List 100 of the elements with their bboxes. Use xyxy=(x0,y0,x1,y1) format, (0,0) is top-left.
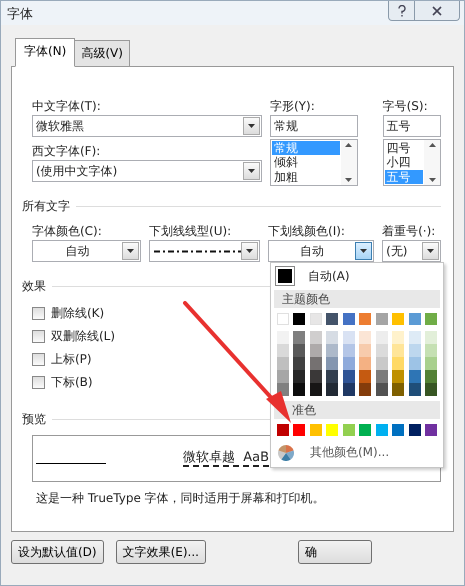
color-swatch[interactable] xyxy=(293,344,306,357)
color-swatch[interactable] xyxy=(408,331,420,344)
list-box[interactable]: 常规 倾斜 加粗 xyxy=(270,139,358,186)
color-swatch[interactable] xyxy=(424,383,437,396)
scroll-down-icon[interactable] xyxy=(428,178,436,182)
color-swatch[interactable] xyxy=(408,424,420,436)
color-swatch[interactable] xyxy=(376,313,388,325)
color-swatch[interactable] xyxy=(310,331,322,344)
color-swatch[interactable] xyxy=(326,344,338,357)
color-swatch[interactable] xyxy=(342,331,355,344)
color-swatch[interactable] xyxy=(408,383,420,396)
scroll-down-icon[interactable] xyxy=(345,178,352,182)
menu-item[interactable]: 其他颜色(M)... xyxy=(310,444,390,461)
color-swatch[interactable] xyxy=(277,344,289,357)
color-swatch[interactable] xyxy=(424,424,437,436)
scroll-up-icon[interactable] xyxy=(345,143,352,147)
color-swatch[interactable] xyxy=(277,331,289,344)
color-swatch[interactable] xyxy=(326,331,338,344)
color-swatch[interactable] xyxy=(326,424,338,436)
color-swatch[interactable] xyxy=(392,331,404,344)
color-select[interactable]: 自动 xyxy=(32,240,142,262)
color-swatch[interactable] xyxy=(392,383,404,396)
color-swatch[interactable] xyxy=(293,383,306,396)
color-swatch[interactable] xyxy=(293,331,306,344)
color-swatch[interactable] xyxy=(293,370,306,383)
color-swatch[interactable] xyxy=(359,331,372,344)
list-item[interactable]: 四号 xyxy=(384,141,423,156)
color-swatch[interactable] xyxy=(293,313,306,325)
color-swatch[interactable] xyxy=(359,370,372,383)
color-swatch[interactable] xyxy=(392,424,404,436)
list-box[interactable]: 四号 小四 五号 xyxy=(382,139,441,186)
color-swatch[interactable] xyxy=(293,357,306,370)
color-swatch[interactable] xyxy=(392,370,404,383)
color-swatch[interactable] xyxy=(424,331,437,344)
scroll-up-icon[interactable] xyxy=(428,143,436,147)
color-swatch[interactable] xyxy=(408,357,420,370)
color-swatch[interactable] xyxy=(326,313,338,325)
dialog-button[interactable]: 设为默认值(D) xyxy=(11,540,104,564)
list-item[interactable]: 小四 xyxy=(384,155,423,170)
dropdown-button[interactable] xyxy=(243,117,260,135)
checkbox[interactable] xyxy=(32,330,45,343)
color-swatch[interactable] xyxy=(392,344,404,357)
color-swatch[interactable] xyxy=(293,424,306,436)
checkbox[interactable] xyxy=(32,376,45,389)
menu-item[interactable]: 自动(A) xyxy=(308,268,350,284)
font-select[interactable]: (使用中文字体) xyxy=(32,160,262,182)
checkbox[interactable] xyxy=(32,307,45,320)
color-swatch[interactable] xyxy=(408,370,420,383)
color-swatch[interactable] xyxy=(359,344,372,357)
color-swatch[interactable] xyxy=(376,383,388,396)
color-swatch[interactable] xyxy=(310,313,322,325)
color-swatch[interactable] xyxy=(277,424,289,436)
input-field[interactable]: 常规 xyxy=(270,115,358,137)
color-swatch[interactable] xyxy=(424,370,437,383)
font-select[interactable]: 微软雅黑 xyxy=(32,115,262,137)
dialog-button[interactable]: 确 xyxy=(298,540,372,564)
underline-select[interactable] xyxy=(149,240,260,262)
emphasis-select[interactable]: (无) xyxy=(382,240,441,262)
color-swatch[interactable] xyxy=(359,383,372,396)
color-swatch[interactable] xyxy=(342,357,355,370)
color-swatch[interactable] xyxy=(277,313,289,325)
color-swatch[interactable] xyxy=(376,344,388,357)
color-swatch[interactable] xyxy=(326,383,338,396)
color-swatch[interactable] xyxy=(424,313,437,325)
color-swatch[interactable] xyxy=(376,357,388,370)
dropdown-button[interactable] xyxy=(241,242,258,260)
color-swatch[interactable] xyxy=(408,344,420,357)
color-swatch[interactable] xyxy=(277,357,289,370)
color-swatch[interactable] xyxy=(424,344,437,357)
list-item[interactable]: 倾斜 xyxy=(272,155,340,170)
color-swatch[interactable] xyxy=(342,370,355,383)
dropdown-button[interactable] xyxy=(355,242,372,260)
color-swatch[interactable] xyxy=(310,344,322,357)
color-swatch[interactable] xyxy=(342,344,355,357)
color-swatch[interactable] xyxy=(359,357,372,370)
color-swatch[interactable] xyxy=(392,313,404,325)
color-swatch[interactable] xyxy=(392,357,404,370)
color-swatch[interactable] xyxy=(359,313,372,325)
checkbox[interactable] xyxy=(32,353,45,366)
tab[interactable]: 字体(N) xyxy=(15,38,76,67)
color-swatch[interactable] xyxy=(277,370,289,383)
color-swatch[interactable] xyxy=(376,424,388,436)
list-item[interactable]: 加粗 xyxy=(272,170,340,184)
dialog-button[interactable]: 文字效果(E)... xyxy=(116,540,206,564)
color-swatch[interactable] xyxy=(359,424,372,436)
tab[interactable]: 高级(V) xyxy=(75,40,130,67)
color-swatch[interactable] xyxy=(342,424,355,436)
color-select[interactable]: 自动 xyxy=(268,240,374,262)
color-swatch[interactable] xyxy=(310,383,322,396)
color-swatch[interactable] xyxy=(326,357,338,370)
color-swatch[interactable] xyxy=(376,370,388,383)
color-swatch[interactable] xyxy=(408,313,420,325)
dropdown-button[interactable] xyxy=(422,242,439,260)
dropdown-button[interactable] xyxy=(243,162,260,180)
color-swatch[interactable] xyxy=(310,424,322,436)
help-button[interactable] xyxy=(388,1,415,21)
color-swatch[interactable] xyxy=(326,370,338,383)
color-swatch[interactable] xyxy=(424,357,437,370)
color-swatch[interactable] xyxy=(310,357,322,370)
color-swatch[interactable] xyxy=(310,370,322,383)
